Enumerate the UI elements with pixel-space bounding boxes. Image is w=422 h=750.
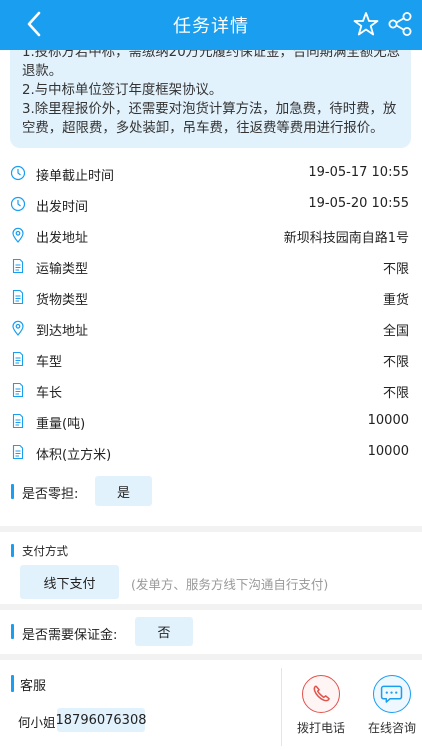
task-info-list: 接单截止时间 19-05-17 10:55 出发时间 19-05-20 10:5… [0,154,422,526]
info-row-vehicle-type: 车型 不限 [0,344,422,375]
info-label: 货物类型 [36,293,89,308]
location-pin-icon [12,320,24,336]
contact-name: 何小姐 [18,715,56,730]
nav-bar: 任务详情 [0,0,422,50]
info-value: 19-05-17 10:55 [308,165,409,180]
info-label: 出发地址 [36,231,89,246]
info-label: 体积(立方米) [36,448,112,463]
divider [281,668,282,746]
document-icon [12,382,24,398]
page-title: 任务详情 [173,16,249,37]
online-consult-button[interactable]: 在线咨询 [361,675,422,745]
info-value: 重货 [382,293,409,308]
deposit-section: 是否需要保证金: 否 [0,610,422,654]
location-pin-icon [12,227,24,243]
clock-icon [10,196,26,212]
clock-icon [10,165,26,181]
info-row-deadline: 接单截止时间 19-05-17 10:55 [0,158,422,189]
info-value: 不限 [382,386,409,401]
chat-label: 在线咨询 [367,721,416,735]
contact-phone: 18796076308 [56,708,147,732]
section-marker [11,675,14,692]
info-row-departure-address: 出发地址 新坝科技园南自路1号 [0,220,422,251]
document-icon [12,351,24,367]
call-button[interactable]: 拨打电话 [290,675,352,745]
info-value: 不限 [382,262,409,277]
section-marker [11,484,14,499]
info-label: 车长 [36,386,63,401]
info-value: 不限 [382,355,409,370]
back-arrow-icon[interactable] [20,9,50,39]
share-icon[interactable] [386,10,414,38]
notice-section: 1.投标方若中标，需缴纳20万元履约保证金，合同期满全额无息退款。 2.与中标单… [0,50,422,154]
ltl-value-chip: 是 [95,476,152,506]
payment-section: 支付方式 线下支付 (发单方、服务方线下沟通自行支付) [0,532,422,604]
payment-hint: (发单方、服务方线下沟通自行支付) [131,577,329,592]
info-label: 接单截止时间 [36,169,115,184]
notice-text: 1.投标方若中标，需缴纳20万元履约保证金，合同期满全额无息退款。 2.与中标单… [22,50,400,136]
info-value: 新坝科技园南自路1号 [283,231,409,246]
info-value: 10000 [367,444,409,459]
ltl-row: 是否零担: 是 [0,476,422,507]
deposit-value-chip: 否 [135,617,193,646]
ltl-label: 是否零担: [22,487,79,502]
section-marker [11,624,14,639]
document-icon [12,289,24,305]
info-row-transport-type: 运输类型 不限 [0,251,422,282]
info-row-arrival-address: 到达地址 全国 [0,313,422,344]
info-row-cargo-type: 货物类型 重货 [0,282,422,313]
customer-service-label: 客服 [20,679,47,694]
requirements-notice: 1.投标方若中标，需缴纳20万元履约保证金，合同期满全额无息退款。 2.与中标单… [10,50,411,148]
payment-label: 支付方式 [22,544,68,558]
section-marker [11,544,14,557]
deposit-label: 是否需要保证金: [22,628,118,643]
call-label: 拨打电话 [296,721,345,735]
info-value: 10000 [367,413,409,428]
info-row-weight: 重量(吨) 10000 [0,406,422,437]
payment-method-chip: 线下支付 [20,565,119,599]
customer-service-section: 客服 何小姐 18796076308 拨打电话 在线咨询 [0,660,422,750]
info-label: 出发时间 [36,200,89,215]
info-value: 全国 [382,324,409,339]
info-label: 到达地址 [36,324,89,339]
info-row-departure-time: 出发时间 19-05-20 10:55 [0,189,422,220]
document-icon [12,444,24,460]
info-value: 19-05-20 10:55 [308,196,409,211]
info-label: 运输类型 [36,262,89,277]
star-icon[interactable] [352,10,380,38]
document-icon [12,413,24,429]
chat-circle [373,675,411,713]
info-label: 重量(吨) [36,417,86,432]
call-circle [302,675,340,713]
phone-icon [313,685,330,702]
info-row-vehicle-length: 车长 不限 [0,375,422,406]
info-label: 车型 [36,355,63,370]
chat-icon [380,685,403,703]
info-row-volume: 体积(立方米) 10000 [0,437,422,468]
document-icon [12,258,24,274]
